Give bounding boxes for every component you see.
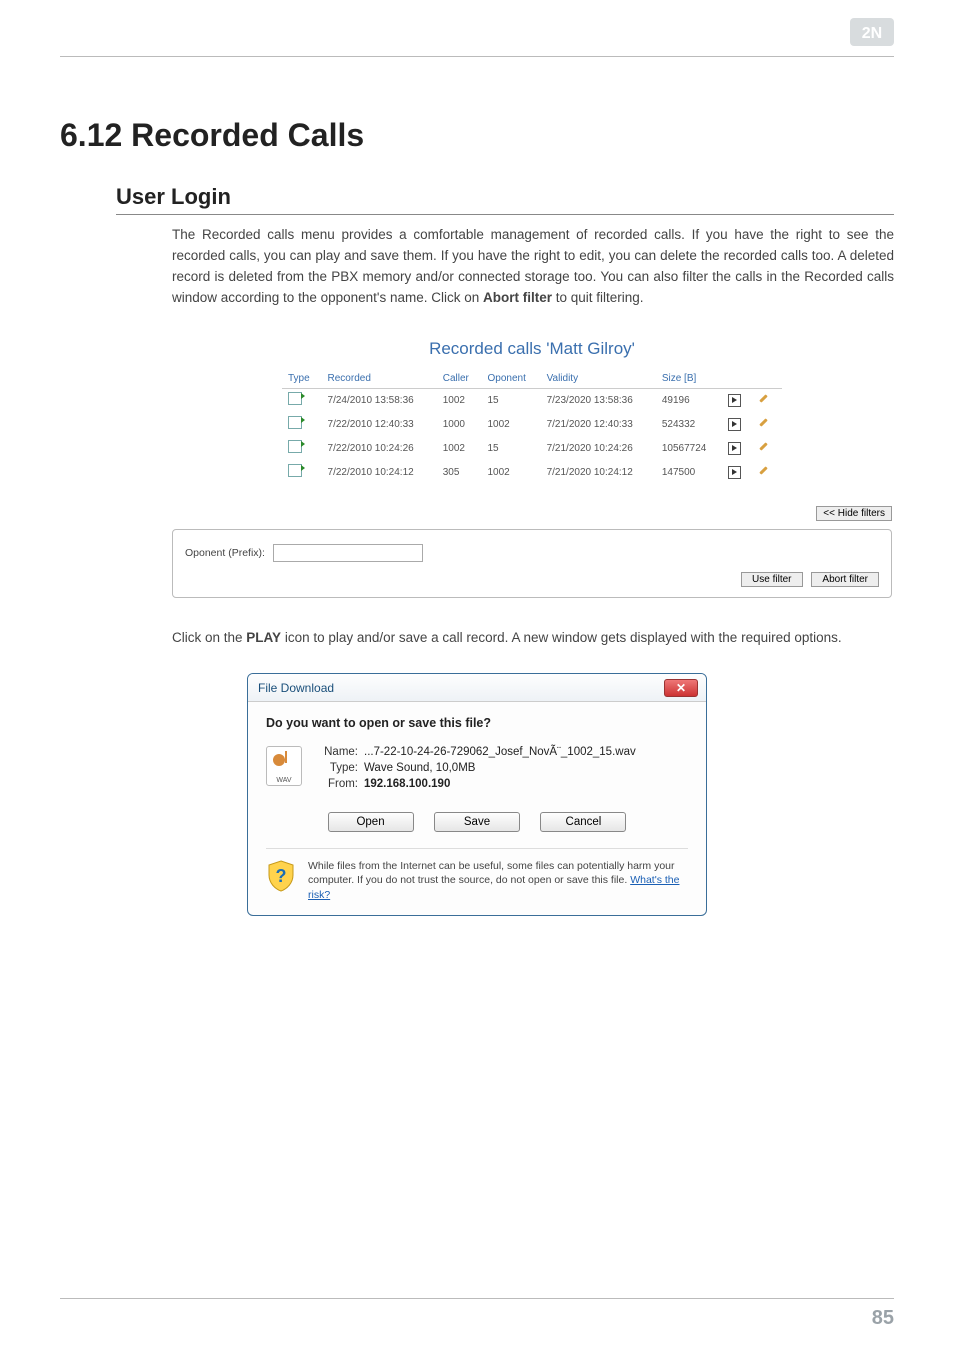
page-title: 6.12 Recorded Calls xyxy=(60,117,894,154)
play-icon[interactable] xyxy=(728,394,741,407)
play-icon[interactable] xyxy=(728,418,741,431)
type-label: Type: xyxy=(316,762,358,774)
cell-size: 49196 xyxy=(656,388,722,412)
mid-post: icon to play and/or save a call record. … xyxy=(281,630,842,645)
recorded-calls-table: Type Recorded Caller Oponent Validity Si… xyxy=(282,369,782,485)
warning-text-block: While files from the Internet can be use… xyxy=(308,859,688,903)
audio-file-icon xyxy=(288,392,302,405)
svg-text:2N: 2N xyxy=(862,25,882,42)
section-divider xyxy=(116,214,894,215)
edit-icon[interactable] xyxy=(757,440,771,454)
edit-icon[interactable] xyxy=(757,464,771,478)
cell-recorded: 7/22/2010 10:24:26 xyxy=(322,436,437,460)
dialog-question: Do you want to open or save this file? xyxy=(266,716,688,730)
dialog-title: File Download xyxy=(258,681,334,695)
cell-recorded: 7/22/2010 12:40:33 xyxy=(322,412,437,436)
play-icon[interactable] xyxy=(728,442,741,455)
col-size[interactable]: Size [B] xyxy=(656,369,722,389)
name-label: Name: xyxy=(316,746,358,758)
cell-recorded: 7/24/2010 13:58:36 xyxy=(322,388,437,412)
cell-caller: 1002 xyxy=(437,388,482,412)
edit-icon[interactable] xyxy=(757,392,771,406)
warning-text: While files from the Internet can be use… xyxy=(308,860,675,887)
cell-caller: 1002 xyxy=(437,436,482,460)
header-divider xyxy=(60,56,894,57)
cell-size: 524332 xyxy=(656,412,722,436)
file-info: Name: ...7-22-10-24-26-729062_Josef_NovÃ¨… xyxy=(316,746,636,794)
cancel-button[interactable]: Cancel xyxy=(540,812,626,832)
brand-logo: 2N xyxy=(850,18,894,46)
panel-title: Recorded calls 'Matt Gilroy' xyxy=(172,339,892,359)
cell-recorded: 7/22/2010 10:24:12 xyxy=(322,460,437,484)
cell-oponent: 1002 xyxy=(481,412,540,436)
file-download-dialog-screenshot: File Download ✕ Do you want to open or s… xyxy=(247,673,707,916)
audio-file-icon xyxy=(288,464,302,477)
cell-caller: 1000 xyxy=(437,412,482,436)
cell-validity: 7/21/2020 12:40:33 xyxy=(541,412,656,436)
filter-box: Oponent (Prefix): Use filter Abort filte… xyxy=(172,529,892,598)
type-value: Wave Sound, 10,0MB xyxy=(364,762,475,774)
from-label: From: xyxy=(316,778,358,790)
table-row: 7/22/2010 10:24:26 1002 15 7/21/2020 10:… xyxy=(282,436,782,460)
col-recorded[interactable]: Recorded xyxy=(322,369,437,389)
col-caller[interactable]: Caller xyxy=(437,369,482,389)
use-filter-button[interactable]: Use filter xyxy=(741,572,802,587)
play-icon[interactable] xyxy=(728,466,741,479)
svg-text:?: ? xyxy=(276,866,287,886)
intro-bold: Abort filter xyxy=(483,290,552,305)
name-value: ...7-22-10-24-26-729062_Josef_NovÃ¨_1002… xyxy=(364,746,636,758)
cell-validity: 7/21/2020 10:24:26 xyxy=(541,436,656,460)
table-row: 7/22/2010 12:40:33 1000 1002 7/21/2020 1… xyxy=(282,412,782,436)
cell-validity: 7/21/2020 10:24:12 xyxy=(541,460,656,484)
intro-paragraph: The Recorded calls menu provides a comfo… xyxy=(172,225,894,309)
cell-size: 147500 xyxy=(656,460,722,484)
cell-caller: 305 xyxy=(437,460,482,484)
col-oponent[interactable]: Oponent xyxy=(481,369,540,389)
table-row: 7/22/2010 10:24:12 305 1002 7/21/2020 10… xyxy=(282,460,782,484)
hide-filters-button[interactable]: << Hide filters xyxy=(816,506,892,521)
abort-filter-button[interactable]: Abort filter xyxy=(811,572,879,587)
save-button[interactable]: Save xyxy=(434,812,520,832)
open-button[interactable]: Open xyxy=(328,812,414,832)
close-icon[interactable]: ✕ xyxy=(664,679,698,697)
mid-pre: Click on the xyxy=(172,630,246,645)
mid-bold: PLAY xyxy=(246,630,281,645)
col-validity[interactable]: Validity xyxy=(541,369,656,389)
audio-file-icon xyxy=(288,440,302,453)
shield-question-icon: ? xyxy=(266,859,296,893)
page-number: 85 xyxy=(872,1307,894,1329)
cell-size: 10567724 xyxy=(656,436,722,460)
oponent-prefix-input[interactable] xyxy=(273,544,423,562)
cell-validity: 7/23/2020 13:58:36 xyxy=(541,388,656,412)
wav-file-icon: WAV xyxy=(266,746,302,786)
filter-label: Oponent (Prefix): xyxy=(185,547,265,559)
cell-oponent: 1002 xyxy=(481,460,540,484)
table-row: 7/24/2010 13:58:36 1002 15 7/23/2020 13:… xyxy=(282,388,782,412)
col-type[interactable]: Type xyxy=(282,369,322,389)
cell-oponent: 15 xyxy=(481,388,540,412)
edit-icon[interactable] xyxy=(757,416,771,430)
section-title: User Login xyxy=(116,184,894,210)
wav-label: WAV xyxy=(276,777,291,784)
page-footer: 85 xyxy=(60,1298,894,1330)
recorded-calls-panel: Recorded calls 'Matt Gilroy' Type Record… xyxy=(172,339,892,598)
intro-tail: to quit filtering. xyxy=(552,290,644,305)
audio-file-icon xyxy=(288,416,302,429)
mid-paragraph: Click on the PLAY icon to play and/or sa… xyxy=(172,628,894,649)
dialog-titlebar: File Download ✕ xyxy=(248,674,706,702)
cell-oponent: 15 xyxy=(481,436,540,460)
from-value: 192.168.100.190 xyxy=(364,778,450,790)
